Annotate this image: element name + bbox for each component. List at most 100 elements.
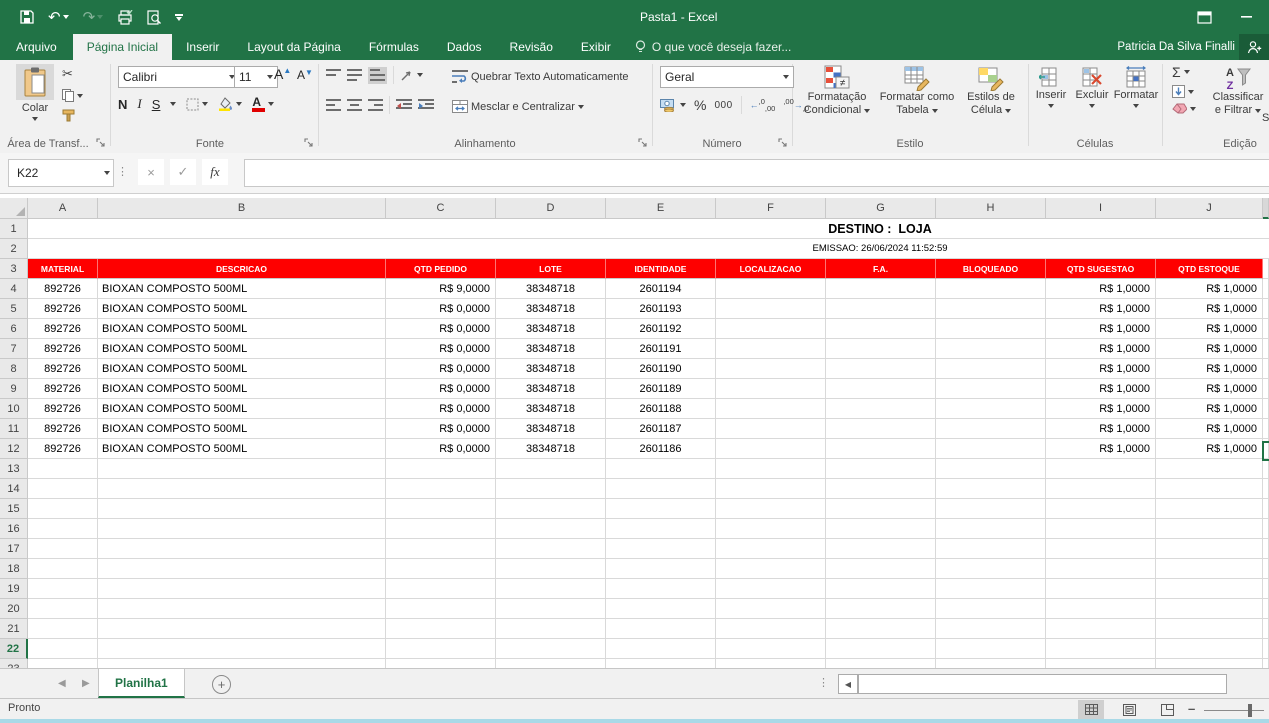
cell-A3[interactable]: MATERIAL <box>28 259 98 279</box>
cell-I17[interactable] <box>1046 539 1156 559</box>
dialog-launcher-alignment[interactable] <box>638 138 648 148</box>
cell-G22[interactable] <box>826 639 936 659</box>
row-header-22[interactable]: 22 <box>0 639 28 659</box>
cell-F13[interactable] <box>716 459 826 479</box>
column-header-C[interactable]: C <box>386 198 496 219</box>
sheet-nav-right-icon[interactable]: ▶ <box>82 678 90 689</box>
delete-cells-button[interactable]: Excluir <box>1072 65 1112 108</box>
cell-D7[interactable]: 38348718 <box>496 339 606 359</box>
cell-J18[interactable] <box>1156 559 1263 579</box>
cell-B9[interactable]: BIOXAN COMPOSTO 500ML <box>98 379 386 399</box>
cell-K23-partial[interactable] <box>1263 659 1269 668</box>
row-header-2[interactable]: 2 <box>0 239 28 259</box>
row-header-10[interactable]: 10 <box>0 399 28 419</box>
cell-F22[interactable] <box>716 639 826 659</box>
row-header-13[interactable]: 13 <box>0 459 28 479</box>
enter-icon[interactable]: ✓ <box>170 159 196 185</box>
cell-K13-partial[interactable] <box>1263 459 1269 479</box>
row-header-1[interactable]: 1 <box>0 219 28 239</box>
cell-G19[interactable] <box>826 579 936 599</box>
paste-button[interactable]: Colar <box>12 64 58 121</box>
cell-A23[interactable] <box>28 659 98 668</box>
cell-F11[interactable] <box>716 419 826 439</box>
cell-K14-partial[interactable] <box>1263 479 1269 499</box>
cell-K17-partial[interactable] <box>1263 539 1269 559</box>
cell-I15[interactable] <box>1046 499 1156 519</box>
cell-B5[interactable]: BIOXAN COMPOSTO 500ML <box>98 299 386 319</box>
cell-J22[interactable] <box>1156 639 1263 659</box>
tab-revisao[interactable]: Revisão <box>496 34 567 60</box>
cell-D8[interactable]: 38348718 <box>496 359 606 379</box>
row-header-23[interactable]: 23 <box>0 659 28 668</box>
cell-K19-partial[interactable] <box>1263 579 1269 599</box>
cell-C9[interactable]: R$ 0,0000 <box>386 379 496 399</box>
cell-B18[interactable] <box>98 559 386 579</box>
cell-J15[interactable] <box>1156 499 1263 519</box>
minimize-button[interactable] <box>1231 0 1261 34</box>
cell-J6[interactable]: R$ 1,0000 <box>1156 319 1263 339</box>
cell-E8[interactable]: 2601190 <box>606 359 716 379</box>
cell-J23[interactable] <box>1156 659 1263 668</box>
cell-C4[interactable]: R$ 9,0000 <box>386 279 496 299</box>
cell-H9[interactable] <box>936 379 1046 399</box>
column-header-A[interactable]: A <box>28 198 98 219</box>
row-header-3[interactable]: 3 <box>0 259 28 279</box>
row-header-19[interactable]: 19 <box>0 579 28 599</box>
cell-G3[interactable]: F.A. <box>826 259 936 279</box>
formula-input[interactable] <box>244 159 1269 187</box>
cell-E16[interactable] <box>606 519 716 539</box>
cell-G11[interactable] <box>826 419 936 439</box>
cell-G8[interactable] <box>826 359 936 379</box>
banner-emissao-cell[interactable]: EMISSAO: 26/06/2024 11:52:59 <box>28 239 1269 259</box>
cell-E7[interactable]: 2601191 <box>606 339 716 359</box>
cell-I5[interactable]: R$ 1,0000 <box>1046 299 1156 319</box>
cell-I20[interactable] <box>1046 599 1156 619</box>
cell-H7[interactable] <box>936 339 1046 359</box>
cell-I6[interactable]: R$ 1,0000 <box>1046 319 1156 339</box>
cell-G16[interactable] <box>826 519 936 539</box>
accounting-format-icon[interactable] <box>660 98 686 112</box>
cell-J3[interactable]: QTD ESTOQUE <box>1156 259 1263 279</box>
tab-inserir[interactable]: Inserir <box>172 34 233 60</box>
cell-D9[interactable]: 38348718 <box>496 379 606 399</box>
sort-filter-button[interactable]: AZ Classificar e Filtrar <box>1212 65 1264 117</box>
banner-destino-cell[interactable]: DESTINO : LOJA <box>28 219 1269 239</box>
cell-I19[interactable] <box>1046 579 1156 599</box>
row-header-8[interactable]: 8 <box>0 359 28 379</box>
row-header-18[interactable]: 18 <box>0 559 28 579</box>
align-right-icon[interactable] <box>368 99 383 112</box>
align-left-icon[interactable] <box>326 99 341 112</box>
cell-H3[interactable]: BLOQUEADO <box>936 259 1046 279</box>
column-header-H[interactable]: H <box>936 198 1046 219</box>
cell-K18-partial[interactable] <box>1263 559 1269 579</box>
cell-G12[interactable] <box>826 439 936 459</box>
cell-I10[interactable]: R$ 1,0000 <box>1046 399 1156 419</box>
sign-in-person-icon[interactable] <box>1239 34 1269 60</box>
font-size-select[interactable]: 11 <box>234 66 278 88</box>
cell-I12[interactable]: R$ 1,0000 <box>1046 439 1156 459</box>
cell-B7[interactable]: BIOXAN COMPOSTO 500ML <box>98 339 386 359</box>
row-header-9[interactable]: 9 <box>0 379 28 399</box>
tell-me-search[interactable]: O que você deseja fazer... <box>625 34 801 60</box>
cell-B15[interactable] <box>98 499 386 519</box>
cell-I4[interactable]: R$ 1,0000 <box>1046 279 1156 299</box>
font-color-icon[interactable]: A <box>252 97 274 112</box>
cell-H16[interactable] <box>936 519 1046 539</box>
paste-dropdown-icon[interactable] <box>32 117 38 121</box>
cell-H21[interactable] <box>936 619 1046 639</box>
sheet-tab-planilha1[interactable]: Planilha1 <box>98 669 185 698</box>
select-all-corner[interactable] <box>0 198 28 219</box>
row-header-11[interactable]: 11 <box>0 419 28 439</box>
row-header-7[interactable]: 7 <box>0 339 28 359</box>
cell-G5[interactable] <box>826 299 936 319</box>
row-header-14[interactable]: 14 <box>0 479 28 499</box>
cell-F12[interactable] <box>716 439 826 459</box>
cell-H14[interactable] <box>936 479 1046 499</box>
font-name-select[interactable]: Calibri <box>118 66 240 88</box>
cell-A14[interactable] <box>28 479 98 499</box>
cell-G21[interactable] <box>826 619 936 639</box>
merge-center-button[interactable]: Mesclar e Centralizar <box>452 100 584 113</box>
align-middle-icon[interactable] <box>347 69 362 82</box>
cell-H10[interactable] <box>936 399 1046 419</box>
cell-E3[interactable]: IDENTIDADE <box>606 259 716 279</box>
